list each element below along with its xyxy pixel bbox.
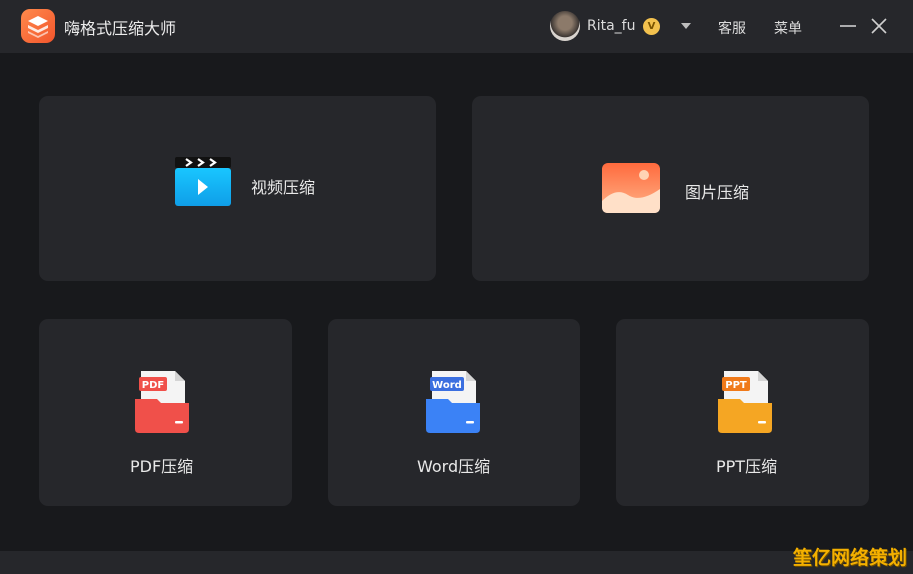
- image-file-icon: [602, 163, 660, 213]
- menu-link[interactable]: 菜单: [774, 18, 802, 38]
- pdf-tag: PDF: [142, 380, 164, 391]
- video-compress-label: 视频压缩: [251, 178, 316, 197]
- vip-badge-icon: V: [643, 18, 660, 35]
- close-icon[interactable]: [869, 16, 889, 36]
- ppt-folder-icon: PPT: [718, 371, 772, 433]
- word-compress-card[interactable]: Word Word压缩: [328, 319, 580, 506]
- word-folder-icon: Word: [426, 371, 480, 433]
- ppt-compress-card[interactable]: PPT PPT压缩: [616, 319, 869, 506]
- customer-service-link[interactable]: 客服: [718, 18, 746, 38]
- chevron-down-icon[interactable]: [680, 21, 692, 31]
- video-file-icon: [175, 157, 231, 206]
- minimize-icon[interactable]: [838, 16, 858, 36]
- app-title: 嗨格式压缩大师: [64, 19, 177, 38]
- image-compress-label: 图片压缩: [685, 183, 750, 202]
- word-tag: Word: [432, 380, 462, 391]
- pdf-compress-card[interactable]: PDF PDF压缩: [39, 319, 292, 506]
- app-logo-icon: [21, 9, 55, 43]
- main-panel: 视频压缩 图片压缩 PDF PDF压缩 Word Word压缩 PPT PPT压…: [0, 53, 913, 551]
- ppt-compress-label: PPT压缩: [716, 457, 778, 476]
- status-bar: [0, 551, 913, 574]
- username[interactable]: Rita_fu: [587, 18, 636, 34]
- user-avatar[interactable]: [550, 11, 580, 41]
- video-compress-card[interactable]: 视频压缩: [39, 96, 436, 281]
- image-compress-card[interactable]: 图片压缩: [472, 96, 869, 281]
- pdf-compress-label: PDF压缩: [130, 457, 194, 476]
- ppt-tag: PPT: [725, 380, 747, 391]
- watermark: 筀亿网络策划: [792, 547, 907, 569]
- pdf-folder-icon: PDF: [135, 371, 189, 433]
- title-bar: 嗨格式压缩大师 Rita_fu V 客服 菜单: [0, 0, 913, 53]
- word-compress-label: Word压缩: [417, 457, 491, 476]
